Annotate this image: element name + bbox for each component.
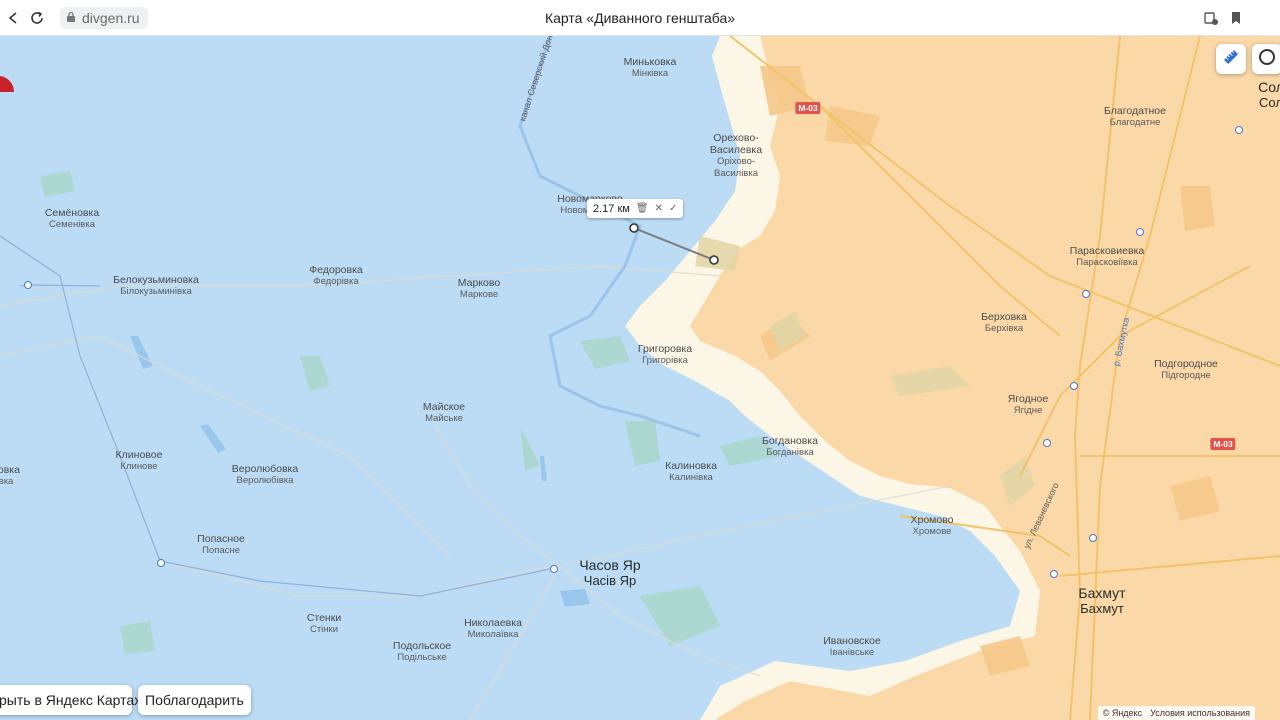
place-label: Стенки Стінки [306, 612, 342, 635]
map-viewport[interactable]: Миньковка Мінківка Орехово- Василевка Оріх… [0, 36, 1280, 720]
circle-icon [1257, 47, 1277, 72]
place-label: Богдановка Богданівка [762, 435, 818, 458]
browser-toolbar: divgen.ru Карта «Диванного генштаба» [0, 0, 1280, 36]
place-label: Федоровка Федорівка [309, 264, 363, 287]
place-label: Миньковка Мінківка [623, 56, 677, 79]
station-dot [1043, 439, 1051, 447]
place-label: Попасное Попасне [197, 533, 245, 556]
station-dot [1082, 290, 1090, 298]
station-dot [1050, 570, 1058, 578]
bookmark-icon[interactable] [1226, 8, 1246, 28]
station-dot [1136, 228, 1144, 236]
place-label-city: Бахмут Бахмут [1078, 585, 1126, 617]
place-label: Ивановское Іванівське [823, 635, 881, 658]
place-label: Калиновка Калинівка [665, 460, 717, 483]
station-dot [24, 281, 32, 289]
place-label: Григоровка Григорівка [637, 343, 693, 366]
station-dot [157, 559, 165, 567]
place-label-city: Часов Яр Часів Яр [579, 557, 641, 589]
ruler-icon [1222, 48, 1240, 71]
terms-link[interactable]: Условия использования [1150, 708, 1250, 718]
map-layer [0, 36, 1280, 720]
ruler-button[interactable] [1216, 44, 1246, 74]
place-label: Благодатное Благодатне [1104, 105, 1166, 128]
open-in-yandex-maps-button[interactable]: рыть в Яндекс Картах [0, 685, 141, 715]
place-label: Подгородное Підгородне [1154, 358, 1218, 381]
road-badge: М-03 [795, 102, 821, 114]
place-label: Хромово Хромове [910, 514, 954, 537]
place-label: Ягодное Ягідне [1007, 393, 1049, 416]
place-label: Берховка Берхівка [981, 311, 1027, 334]
measure-tooltip: 2.17 км 🗑 ✕ ✓ [587, 199, 684, 218]
check-icon[interactable]: ✓ [669, 203, 677, 214]
layers-button[interactable] [1252, 44, 1280, 74]
place-label: Сол Сол [1258, 79, 1280, 111]
thank-button[interactable]: Поблагодарить [138, 685, 251, 715]
place-label: Марково Маркове [457, 277, 501, 300]
place-label: Клиновое Клинове [115, 449, 163, 472]
station-dot [550, 565, 558, 573]
place-label: Веролюбовка Веролюбівка [231, 463, 299, 486]
place-label: Орехово- Василевка Оріхово- Василівка [709, 132, 763, 179]
protect-icon[interactable] [1201, 8, 1221, 28]
page-title: Карта «Диванного генштаба» [544, 10, 736, 26]
place-label: новкавка [0, 464, 20, 487]
close-icon[interactable]: ✕ [655, 203, 663, 214]
yandex-copyright[interactable]: © Яндекс [1103, 708, 1142, 718]
place-label: Подольское Подільське [392, 640, 452, 663]
trash-icon[interactable]: 🗑 [636, 203, 649, 214]
station-dot [1235, 126, 1243, 134]
copyright-bar: © Яндекс Условия использования [1097, 706, 1255, 720]
measure-distance: 2.17 км [593, 202, 630, 215]
station-dot [1089, 534, 1097, 542]
place-label: Парасковиевка Парасковіївка [1069, 245, 1145, 268]
station-dot [1070, 382, 1078, 390]
road-badge: М-03 [1210, 438, 1236, 450]
place-label: Николаевка Миколаївка [464, 617, 522, 640]
place-label: Майское Майське [422, 401, 466, 424]
place-label: Семёновка Семенівка [44, 207, 100, 230]
place-label: Белокузьминовка Білокузьминівка [113, 274, 199, 297]
